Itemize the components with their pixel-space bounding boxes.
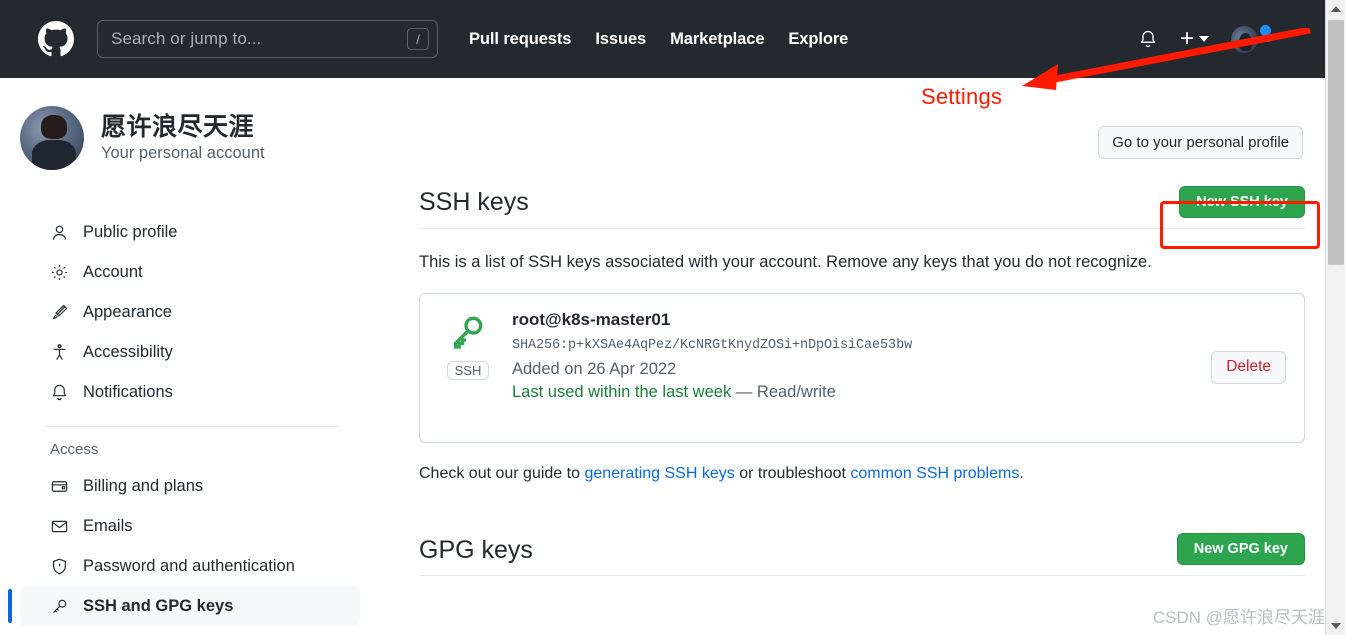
- guide-suffix: .: [1019, 465, 1024, 482]
- sidebar-item-appearance[interactable]: Appearance: [20, 292, 360, 332]
- github-mark-icon[interactable]: [38, 21, 74, 57]
- sidebar-item-label: Accessibility: [83, 342, 173, 361]
- guide-middle: or troubleshoot: [734, 465, 851, 482]
- sidebar-item-emails[interactable]: Emails: [20, 506, 360, 546]
- ssh-key-last-used-text: Last used within the last week: [512, 383, 732, 401]
- ssh-guide-text: Check out our guide to generating SSH ke…: [419, 465, 1305, 483]
- page-title: SSH keys: [419, 187, 529, 216]
- sidebar-item-label: Password and authentication: [83, 556, 295, 575]
- header-actions: +: [1127, 22, 1311, 53]
- nav-explore[interactable]: Explore: [776, 30, 860, 49]
- gpg-section-title: GPG keys: [419, 536, 533, 564]
- sidebar-item-label: Notifications: [83, 382, 173, 401]
- section-divider: [419, 228, 1305, 229]
- gear-icon: [50, 263, 69, 282]
- generating-ssh-keys-link[interactable]: generating SSH keys: [584, 465, 734, 482]
- profile-avatar[interactable]: [20, 106, 84, 170]
- delete-ssh-key-button[interactable]: Delete: [1211, 350, 1286, 384]
- guide-prefix: Check out our guide to: [419, 465, 585, 482]
- sidebar-group-label-access: Access: [50, 441, 99, 458]
- global-header: Search or jump to... / Pull requests Iss…: [0, 0, 1325, 78]
- watermark: CSDN @愿许浪尽天涯: [1152, 608, 1325, 627]
- ssh-keys-description: This is a list of SSH keys associated wi…: [419, 253, 1152, 271]
- sidebar-item-notifications[interactable]: Notifications: [20, 372, 360, 412]
- settings-sidebar: Public profile Account Appearance Access…: [8, 212, 360, 626]
- chevron-down-icon: [1199, 36, 1209, 42]
- new-ssh-key-button[interactable]: New SSH key: [1179, 186, 1305, 218]
- mail-icon: [50, 517, 69, 536]
- sidebar-item-password-and-authentication[interactable]: Password and authentication: [20, 546, 360, 586]
- search-placeholder: Search or jump to...: [111, 29, 262, 48]
- new-gpg-key-button[interactable]: New GPG key: [1176, 533, 1305, 565]
- person-icon: [50, 223, 69, 242]
- sidebar-item-account[interactable]: Account: [20, 252, 360, 292]
- sidebar-item-label: Account: [83, 262, 143, 281]
- sidebar-item-billing-and-plans[interactable]: Billing and plans: [20, 466, 360, 506]
- nav-issues[interactable]: Issues: [583, 30, 658, 49]
- go-to-personal-profile-button[interactable]: Go to your personal profile: [1098, 126, 1303, 159]
- sidebar-item-public-profile[interactable]: Public profile: [20, 212, 360, 252]
- scrollbar-down-arrow[interactable]: [1326, 617, 1345, 635]
- sidebar-item-label: SSH and GPG keys: [83, 596, 234, 615]
- create-new-button[interactable]: +: [1169, 27, 1220, 51]
- key-icon: [448, 312, 488, 357]
- common-ssh-problems-link[interactable]: common SSH problems: [850, 465, 1019, 482]
- vertical-scrollbar[interactable]: [1325, 0, 1345, 635]
- sidebar-divider: [46, 426, 338, 427]
- gpg-keys-section-header: GPG keys New GPG key: [419, 533, 1305, 575]
- nav-pull-requests[interactable]: Pull requests: [457, 30, 583, 49]
- ssh-keys-section-header: SSH keys New SSH key: [419, 186, 1305, 228]
- user-menu-button[interactable]: [1220, 22, 1285, 53]
- sidebar-item-label: Billing and plans: [83, 476, 204, 495]
- plus-icon: +: [1179, 25, 1194, 52]
- notifications-bell-icon[interactable]: [1127, 29, 1169, 49]
- ssh-key-row: SSH root@k8s-master01 SHA256:p+kXSAe4AqP…: [419, 293, 1305, 443]
- primary-nav: Pull requests Issues Marketplace Explore: [457, 30, 860, 49]
- profile-header: 愿许浪尽天涯 Your personal account: [20, 106, 265, 170]
- ssh-key-details: root@k8s-master01 SHA256:p+kXSAe4AqPez/K…: [499, 308, 1211, 402]
- scrollbar-thumb[interactable]: [1328, 20, 1344, 265]
- sidebar-item-ssh-and-gpg-keys[interactable]: SSH and GPG keys: [8, 586, 360, 626]
- ssh-key-icon-group: SSH: [437, 308, 499, 380]
- bell-icon: [50, 383, 69, 402]
- avatar: [1231, 25, 1258, 53]
- nav-marketplace[interactable]: Marketplace: [658, 30, 776, 49]
- ssh-key-fingerprint: SHA256:p+kXSAe4AqPez/KcNRGtKnydZOSi+nDpO…: [512, 338, 913, 353]
- notification-dot: [1258, 22, 1273, 38]
- key-icon: [50, 597, 69, 616]
- sidebar-item-accessibility[interactable]: Accessibility: [20, 332, 360, 372]
- ssh-key-access-level: — Read/write: [735, 383, 836, 401]
- sidebar-item-label: Emails: [83, 516, 133, 535]
- main-content: SSH keys New SSH key This is a list of S…: [419, 186, 1305, 576]
- profile-name: 愿许浪尽天涯: [101, 113, 255, 142]
- ssh-key-badge: SSH: [446, 361, 490, 380]
- ssh-key-title: root@k8s-master01: [512, 310, 671, 329]
- settings-page: 愿许浪尽天涯 Your personal account Go to your …: [0, 78, 1325, 635]
- search-input[interactable]: Search or jump to... /: [97, 20, 438, 58]
- accessibility-icon: [50, 343, 69, 362]
- page-root: Search or jump to... / Pull requests Iss…: [0, 0, 1345, 635]
- scrollbar-up-arrow[interactable]: [1326, 0, 1345, 18]
- ssh-key-added-date: Added on 26 Apr 2022: [512, 360, 677, 378]
- paintbrush-icon: [50, 303, 69, 322]
- search-shortcut-key: /: [407, 28, 429, 50]
- credit-card-icon: [50, 477, 69, 496]
- sidebar-item-label: Appearance: [83, 302, 172, 321]
- ssh-key-last-used: Last used within the last week — Read/wr…: [512, 383, 1211, 402]
- annotation-settings-label: Settings: [921, 84, 1003, 109]
- gpg-section-divider: [419, 575, 1305, 576]
- profile-subtitle: Your personal account: [101, 143, 265, 162]
- sidebar-item-label: Public profile: [83, 222, 178, 241]
- shield-check-icon: [50, 557, 69, 576]
